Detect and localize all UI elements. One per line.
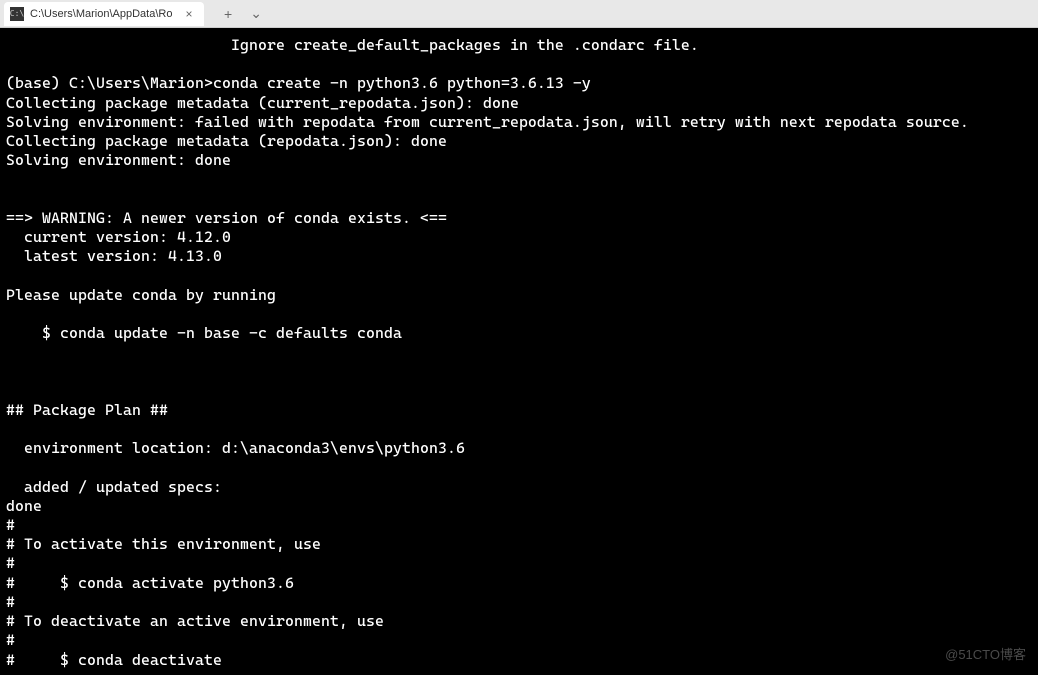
new-tab-button[interactable]: +: [224, 6, 232, 22]
tab-bar: C:\ C:\Users\Marion\AppData\Ro × + ⌄: [0, 0, 1038, 28]
watermark: @51CTO博客: [945, 644, 1026, 663]
close-icon[interactable]: ×: [182, 7, 196, 21]
tab-dropdown-button[interactable]: ⌄: [250, 5, 262, 22]
tab-controls: + ⌄: [204, 5, 262, 22]
tab-title: C:\Users\Marion\AppData\Ro: [30, 8, 176, 20]
terminal-output[interactable]: Ignore create_default_packages in the .c…: [0, 28, 1038, 675]
terminal-icon: C:\: [10, 7, 24, 21]
active-tab[interactable]: C:\ C:\Users\Marion\AppData\Ro ×: [4, 2, 204, 26]
